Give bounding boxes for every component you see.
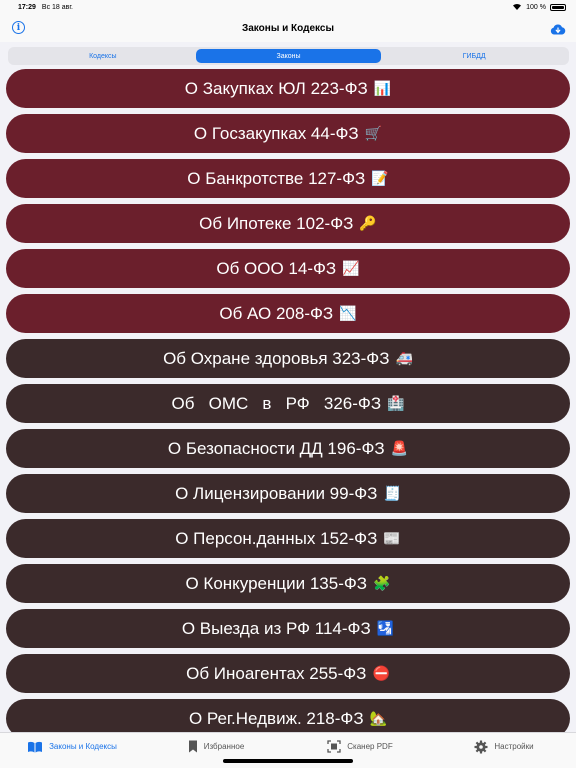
status-time: 17:29 xyxy=(18,3,36,11)
info-icon: i xyxy=(16,22,21,33)
battery-percent: 100 % xyxy=(526,3,546,11)
law-title: О Госзакупках 44-ФЗ xyxy=(193,123,359,143)
status-date: Вс 18 авг. xyxy=(41,3,74,11)
law-emoji-icon: 🏡 xyxy=(369,710,388,727)
law-emoji-icon: 📰 xyxy=(383,530,401,547)
law-emoji-icon: 🧩 xyxy=(373,575,391,592)
status-right: 100 % xyxy=(512,3,566,12)
law-title: О Закупках ЮЛ 223-ФЗ xyxy=(184,78,368,98)
status-bar: 17:29 Вс 18 авг. 100 % xyxy=(0,0,576,14)
law-emoji-icon: 🚨 xyxy=(390,440,409,457)
law-emoji-icon: 🧾 xyxy=(383,485,401,502)
law-row[interactable]: Об ОМС в РФ 326-ФЗ 🏥 xyxy=(6,384,570,423)
law-row[interactable]: О Банкротстве 127-ФЗ 📝 xyxy=(6,159,570,198)
law-list: О Закупках ЮЛ 223-ФЗ 📊 О Госзакупках 44-ФЗ… xyxy=(0,69,576,732)
navigation-bar: i Законы и Кодексы xyxy=(0,14,576,42)
gear-icon xyxy=(474,740,488,754)
law-emoji-icon: ⛔ xyxy=(372,665,390,682)
law-emoji-icon: 🚑 xyxy=(395,350,413,367)
law-row[interactable]: О Безопасности ДД 196-ФЗ 🚨 xyxy=(6,429,570,468)
law-row[interactable]: Об Иноагентах 255-ФЗ ⛔ xyxy=(6,654,570,693)
law-title: О Выезда из РФ 114-ФЗ xyxy=(181,618,371,638)
segment-gibdd[interactable]: ГИБДД xyxy=(381,49,567,63)
law-title: О Персон.данных 152-ФЗ xyxy=(175,528,378,548)
law-title: О Банкротстве 127-ФЗ xyxy=(187,168,366,188)
law-emoji-icon: 📝 xyxy=(371,170,389,187)
tab-settings[interactable]: Настройки xyxy=(432,733,576,768)
info-button[interactable]: i xyxy=(12,21,25,34)
law-title: Об Иноагентах 255-ФЗ xyxy=(186,663,367,683)
tab-label: Настройки xyxy=(494,742,534,751)
category-segmented-control: Кодексы Законы ГИБДД xyxy=(8,47,569,65)
cloud-sync-button[interactable] xyxy=(550,22,566,40)
tab-label: Сканер PDF xyxy=(347,742,393,751)
law-title: Об Охране здоровья 323-ФЗ xyxy=(163,348,390,368)
law-title: О Рег.Недвиж. 218-ФЗ xyxy=(188,708,364,728)
law-title: Об Ипотеке 102-ФЗ xyxy=(199,213,354,233)
law-emoji-icon: 📈 xyxy=(342,260,360,277)
law-row[interactable]: О Лицензировании 99-ФЗ 🧾 xyxy=(6,474,570,513)
law-row[interactable]: О Конкуренции 135-ФЗ 🧩 xyxy=(6,564,570,603)
battery-icon xyxy=(550,3,566,11)
law-title: О Лицензировании 99-ФЗ xyxy=(175,483,378,503)
wifi-icon xyxy=(512,3,522,12)
bookmark-icon xyxy=(188,740,198,753)
cloud-icon xyxy=(550,24,566,35)
tab-laws-and-codes[interactable]: Законы и Кодексы xyxy=(0,733,144,768)
law-row[interactable]: О Рег.Недвиж. 218-ФЗ 🏡 xyxy=(6,699,570,732)
law-emoji-icon: 🛒 xyxy=(364,125,383,142)
law-title: О Конкуренции 135-ФЗ xyxy=(185,573,368,593)
law-emoji-icon: 🛂 xyxy=(376,620,395,637)
law-row[interactable]: Об Охране здоровья 323-ФЗ 🚑 xyxy=(6,339,570,378)
law-title: Об АО 208-ФЗ xyxy=(219,303,334,323)
law-row[interactable]: О Закупках ЮЛ 223-ФЗ 📊 xyxy=(6,69,570,108)
law-title: Об ООО 14-ФЗ xyxy=(216,258,337,278)
law-row[interactable]: О Госзакупках 44-ФЗ 🛒 xyxy=(6,114,570,153)
segment-codes[interactable]: Кодексы xyxy=(10,49,196,63)
law-row[interactable]: Об ООО 14-ФЗ 📈 xyxy=(6,249,570,288)
law-row[interactable]: О Персон.данных 152-ФЗ 📰 xyxy=(6,519,570,558)
segment-laws[interactable]: Законы xyxy=(195,49,382,63)
book-icon xyxy=(27,741,43,753)
law-emoji-icon: 🔑 xyxy=(359,215,377,232)
law-title: О Безопасности ДД 196-ФЗ xyxy=(167,438,385,458)
scanner-icon xyxy=(327,740,341,753)
law-emoji-icon: 📉 xyxy=(339,305,357,322)
home-indicator xyxy=(223,759,353,763)
tab-label: Законы и Кодексы xyxy=(49,742,117,751)
law-emoji-icon: 🏥 xyxy=(387,395,405,412)
law-emoji-icon: 📊 xyxy=(373,80,392,97)
law-row[interactable]: О Выезда из РФ 114-ФЗ 🛂 xyxy=(6,609,570,648)
tab-label: Избранное xyxy=(203,742,245,751)
law-row[interactable]: Об Ипотеке 102-ФЗ 🔑 xyxy=(6,204,570,243)
law-title: Об ОМС в РФ 326-ФЗ xyxy=(171,393,382,413)
page-title: Законы и Кодексы xyxy=(241,22,335,34)
law-row[interactable]: Об АО 208-ФЗ 📉 xyxy=(6,294,570,333)
